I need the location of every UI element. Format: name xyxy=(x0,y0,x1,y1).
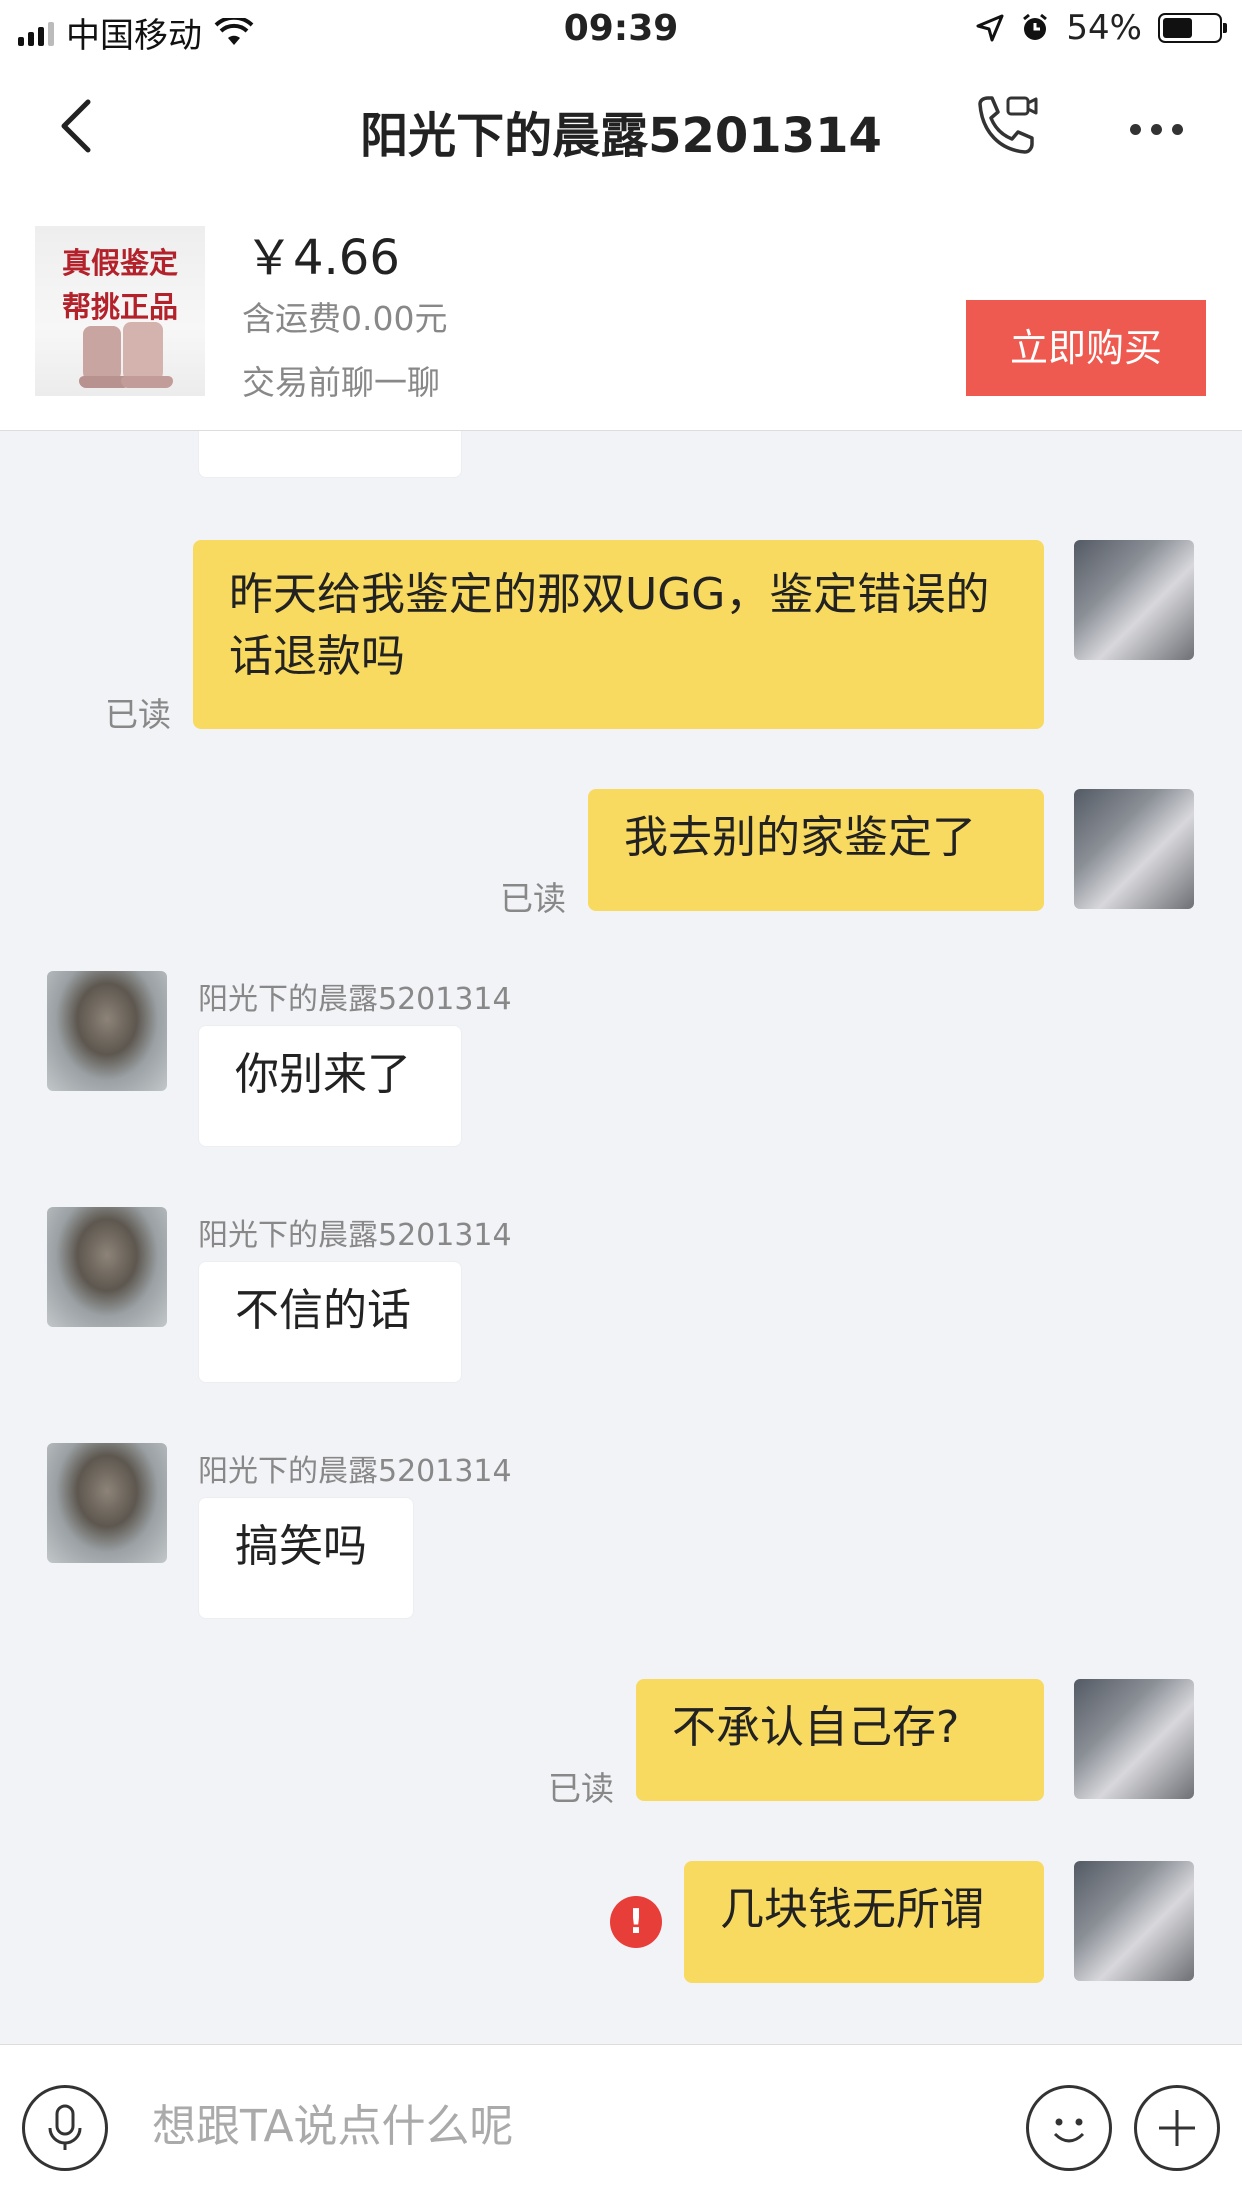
status-bar: 中国移动 09:39 54% xyxy=(0,0,1242,62)
avatar[interactable] xyxy=(47,1207,167,1327)
more-actions-button[interactable] xyxy=(1134,2085,1220,2171)
emoji-button[interactable] xyxy=(1026,2085,1112,2171)
pre-trade-chat: 交易前聊一聊 xyxy=(242,363,440,402)
sender-name: 阳光下的晨露5201314 xyxy=(198,1218,512,1253)
voice-button[interactable] xyxy=(22,2085,108,2171)
message-bubble[interactable]: 你别来了 xyxy=(198,1025,462,1147)
chat-title: 阳光下的晨露5201314 xyxy=(360,108,882,164)
location-icon xyxy=(976,14,1004,42)
read-status: 已读 xyxy=(105,695,171,734)
avatar[interactable] xyxy=(1074,540,1194,660)
product-image-text: 真假鉴定 xyxy=(61,246,178,280)
shipping-fee: 含运费0.00元 xyxy=(242,299,448,338)
message-bubble[interactable]: 不承认自己存? xyxy=(636,1679,1044,1801)
avatar[interactable] xyxy=(1074,789,1194,909)
more-icon[interactable] xyxy=(1130,120,1193,139)
avatar[interactable] xyxy=(47,971,167,1091)
input-bar xyxy=(0,2044,1242,2209)
message-input[interactable] xyxy=(150,2085,994,2167)
buy-now-button[interactable]: 立即购买 xyxy=(966,300,1206,396)
phone-video-icon[interactable] xyxy=(970,90,1042,162)
message-bubble[interactable]: 几块钱无所谓 xyxy=(684,1861,1044,1983)
message-bubble[interactable]: 不信的话 xyxy=(198,1261,462,1383)
status-right: 54% xyxy=(976,8,1227,48)
emoji-icon xyxy=(1053,2118,1085,2143)
product-card[interactable]: 真假鉴定 帮挑正品 ￥4.66 含运费0.00元 交易前聊一聊 立即购买 xyxy=(0,192,1242,431)
message-bubble[interactable]: 昨天给我鉴定的那双UGG，鉴定错误的话退款吗 xyxy=(193,540,1044,729)
microphone-icon xyxy=(48,2104,82,2150)
product-price: ￥4.66 xyxy=(245,230,400,286)
avatar[interactable] xyxy=(1074,1679,1194,1799)
message-partial: 你确定？ xyxy=(198,431,462,478)
read-status: 已读 xyxy=(548,1769,614,1808)
battery-percent: 54% xyxy=(1066,8,1142,48)
product-image-text: 帮挑正品 xyxy=(61,290,178,324)
alarm-icon xyxy=(1023,13,1048,40)
message-bubble[interactable]: 我去别的家鉴定了 xyxy=(588,789,1044,911)
message-bubble[interactable]: 搞笑吗 xyxy=(198,1497,414,1619)
battery-icon xyxy=(1158,13,1227,43)
avatar[interactable] xyxy=(47,1443,167,1563)
sender-name: 阳光下的晨露5201314 xyxy=(198,1454,512,1489)
nav-bar: 阳光下的晨露5201314 xyxy=(0,62,1242,192)
sender-name: 阳光下的晨露5201314 xyxy=(198,982,512,1017)
read-status: 已读 xyxy=(500,879,566,918)
plus-icon xyxy=(1159,2110,1195,2146)
send-failed-icon[interactable]: ! xyxy=(610,1896,662,1948)
message-bubble[interactable]: 你确定？ xyxy=(198,431,462,478)
product-image[interactable]: 真假鉴定 帮挑正品 xyxy=(35,226,205,396)
avatar[interactable] xyxy=(1074,1861,1194,1981)
